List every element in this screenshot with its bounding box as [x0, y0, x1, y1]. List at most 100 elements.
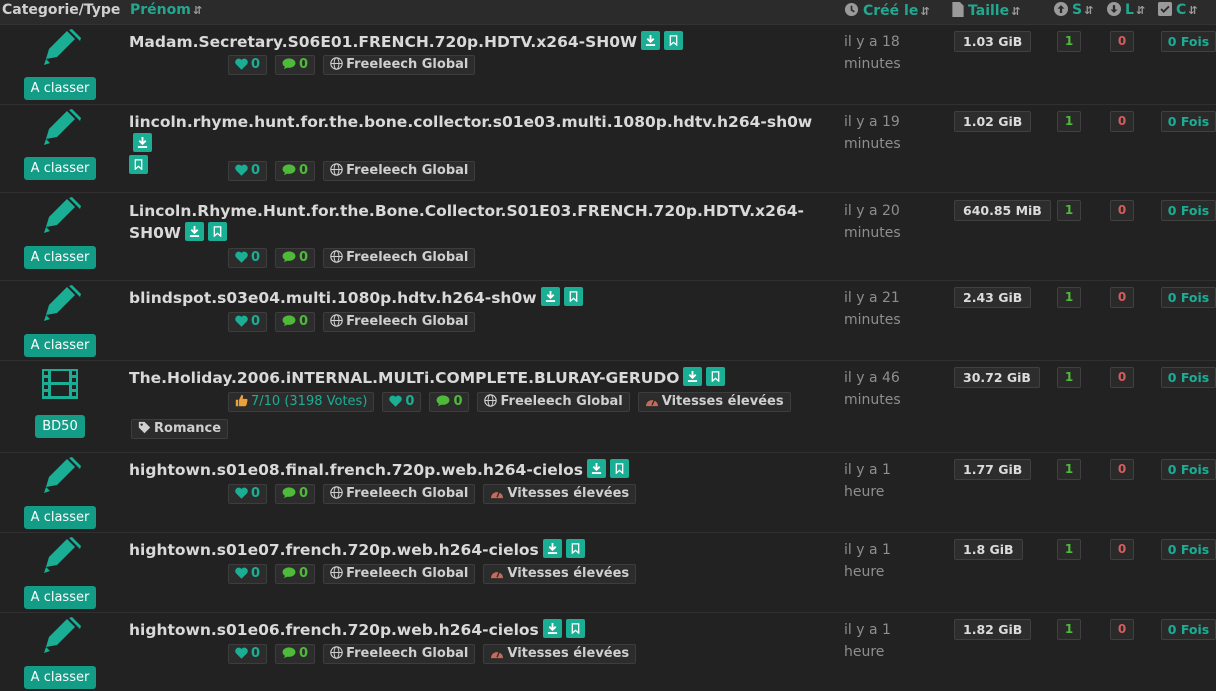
speedometer-icon — [491, 491, 504, 499]
bookmark-icon[interactable] — [609, 459, 629, 478]
heart-icon — [235, 647, 248, 659]
column-header-name[interactable]: Prénom ⇵ — [130, 2, 202, 18]
bookmark-icon[interactable] — [565, 539, 585, 558]
likes-count[interactable]: 0 — [228, 161, 268, 181]
pencil-icon[interactable] — [38, 109, 82, 145]
comments-count[interactable]: 0 — [429, 392, 470, 412]
likes-count[interactable]: 0 — [228, 564, 268, 584]
leechers-count[interactable]: 0 — [1110, 619, 1134, 640]
seeders-count[interactable]: 1 — [1057, 619, 1081, 640]
download-icon[interactable] — [641, 31, 661, 50]
category-badge[interactable]: A classer — [24, 586, 96, 609]
size-badge: 30.72 GiB — [954, 367, 1040, 388]
leechers-count[interactable]: 0 — [1110, 367, 1134, 388]
likes-count[interactable]: 0 — [228, 55, 268, 75]
comments-count[interactable]: 0 — [275, 248, 316, 268]
column-header-seeders[interactable]: S ⇵ — [1054, 2, 1093, 18]
speedometer-icon — [491, 651, 504, 659]
download-icon[interactable] — [542, 539, 562, 558]
column-header-leechers[interactable]: L ⇵ — [1107, 2, 1145, 18]
bookmark-icon[interactable] — [563, 287, 583, 306]
category-badge[interactable]: A classer — [24, 157, 96, 180]
category-badge[interactable]: A classer — [24, 506, 96, 529]
download-icon[interactable] — [542, 619, 562, 638]
pencil-icon[interactable] — [38, 457, 82, 493]
heart-icon — [235, 251, 248, 263]
size-badge: 1.8 GiB — [954, 539, 1023, 560]
sort-icon: ⇵ — [1135, 4, 1146, 17]
seeders-count[interactable]: 1 — [1057, 459, 1081, 480]
seeders-count[interactable]: 1 — [1057, 200, 1081, 221]
comment-icon — [282, 315, 296, 327]
tag-badge[interactable]: Romance — [131, 419, 229, 439]
clock-icon — [844, 2, 859, 17]
completed-count[interactable]: 0 Fois — [1161, 459, 1216, 480]
seeders-count[interactable]: 1 — [1057, 539, 1081, 560]
torrent-title[interactable]: The.Holiday.2006.iNTERNAL.MULTi.COMPLETE… — [129, 367, 829, 389]
category-badge[interactable]: BD50 — [35, 415, 85, 438]
comments-count[interactable]: 0 — [275, 564, 316, 584]
torrent-title[interactable]: Madam.Secretary.S06E01.FRENCH.720p.HDTV.… — [129, 31, 829, 53]
download-icon[interactable] — [133, 133, 152, 152]
seeders-count[interactable]: 1 — [1057, 287, 1081, 308]
comments-count[interactable]: 0 — [275, 312, 316, 332]
leechers-count[interactable]: 0 — [1110, 459, 1134, 480]
column-header-completed[interactable]: C ⇵ — [1158, 2, 1198, 18]
seeders-count[interactable]: 1 — [1057, 111, 1081, 132]
comments-count[interactable]: 0 — [275, 161, 316, 181]
column-header-created[interactable]: Créé le ⇵ — [844, 2, 930, 19]
completed-count[interactable]: 0 Fois — [1161, 539, 1216, 560]
rating-badge[interactable]: 7/10 (3198 Votes) — [228, 392, 375, 412]
category-badge[interactable]: A classer — [24, 77, 96, 100]
comments-count[interactable]: 0 — [275, 484, 316, 504]
comment-icon — [282, 487, 296, 499]
film-icon[interactable] — [42, 369, 78, 399]
comments-count[interactable]: 0 — [275, 644, 316, 664]
leechers-count[interactable]: 0 — [1110, 31, 1134, 52]
download-icon[interactable] — [540, 287, 560, 306]
category-badge[interactable]: A classer — [24, 666, 96, 689]
completed-count[interactable]: 0 Fois — [1161, 111, 1216, 132]
pencil-icon[interactable] — [38, 29, 82, 65]
bookmark-icon[interactable] — [664, 31, 684, 50]
pencil-icon[interactable] — [38, 285, 82, 321]
torrent-title[interactable]: hightown.s01e08.final.french.720p.web.h2… — [129, 459, 829, 481]
likes-count[interactable]: 0 — [228, 312, 268, 332]
pencil-icon[interactable] — [38, 617, 82, 653]
download-icon[interactable] — [185, 222, 205, 241]
category-badge[interactable]: A classer — [24, 246, 96, 269]
pencil-icon[interactable] — [38, 537, 82, 573]
seeders-count[interactable]: 1 — [1057, 367, 1081, 388]
bookmark-icon[interactable] — [208, 222, 228, 241]
leechers-count[interactable]: 0 — [1110, 200, 1134, 221]
torrent-title[interactable]: blindspot.s03e04.multi.1080p.hdtv.h264-s… — [129, 287, 829, 309]
comments-count[interactable]: 0 — [275, 55, 316, 75]
leechers-count[interactable]: 0 — [1110, 111, 1134, 132]
column-header-category[interactable]: Categorie/Type — [2, 2, 120, 18]
likes-count[interactable]: 0 — [382, 392, 422, 412]
completed-count[interactable]: 0 Fois — [1161, 31, 1216, 52]
completed-count[interactable]: 0 Fois — [1161, 367, 1216, 388]
column-header-size[interactable]: Taille ⇵ — [952, 2, 1020, 19]
likes-count[interactable]: 0 — [228, 248, 268, 268]
torrent-title[interactable]: hightown.s01e06.french.720p.web.h264-cie… — [129, 619, 829, 641]
completed-count[interactable]: 0 Fois — [1161, 200, 1216, 221]
bookmark-icon[interactable] — [129, 155, 148, 174]
seeders-count[interactable]: 1 — [1057, 31, 1081, 52]
download-icon[interactable] — [586, 459, 606, 478]
leechers-count[interactable]: 0 — [1110, 539, 1134, 560]
download-icon[interactable] — [683, 367, 703, 386]
completed-count[interactable]: 0 Fois — [1161, 619, 1216, 640]
completed-count[interactable]: 0 Fois — [1161, 287, 1216, 308]
likes-count[interactable]: 0 — [228, 484, 268, 504]
leechers-count[interactable]: 0 — [1110, 287, 1134, 308]
globe-icon — [330, 486, 343, 499]
torrent-title[interactable]: Lincoln.Rhyme.Hunt.for.the.Bone.Collecto… — [129, 200, 819, 244]
category-badge[interactable]: A classer — [24, 334, 96, 357]
torrent-title[interactable]: hightown.s01e07.french.720p.web.h264-cie… — [129, 539, 829, 561]
bookmark-icon[interactable] — [706, 367, 726, 386]
bookmark-icon[interactable] — [565, 619, 585, 638]
sort-icon: ⇵ — [920, 5, 930, 18]
likes-count[interactable]: 0 — [228, 644, 268, 664]
pencil-icon[interactable] — [38, 197, 82, 233]
